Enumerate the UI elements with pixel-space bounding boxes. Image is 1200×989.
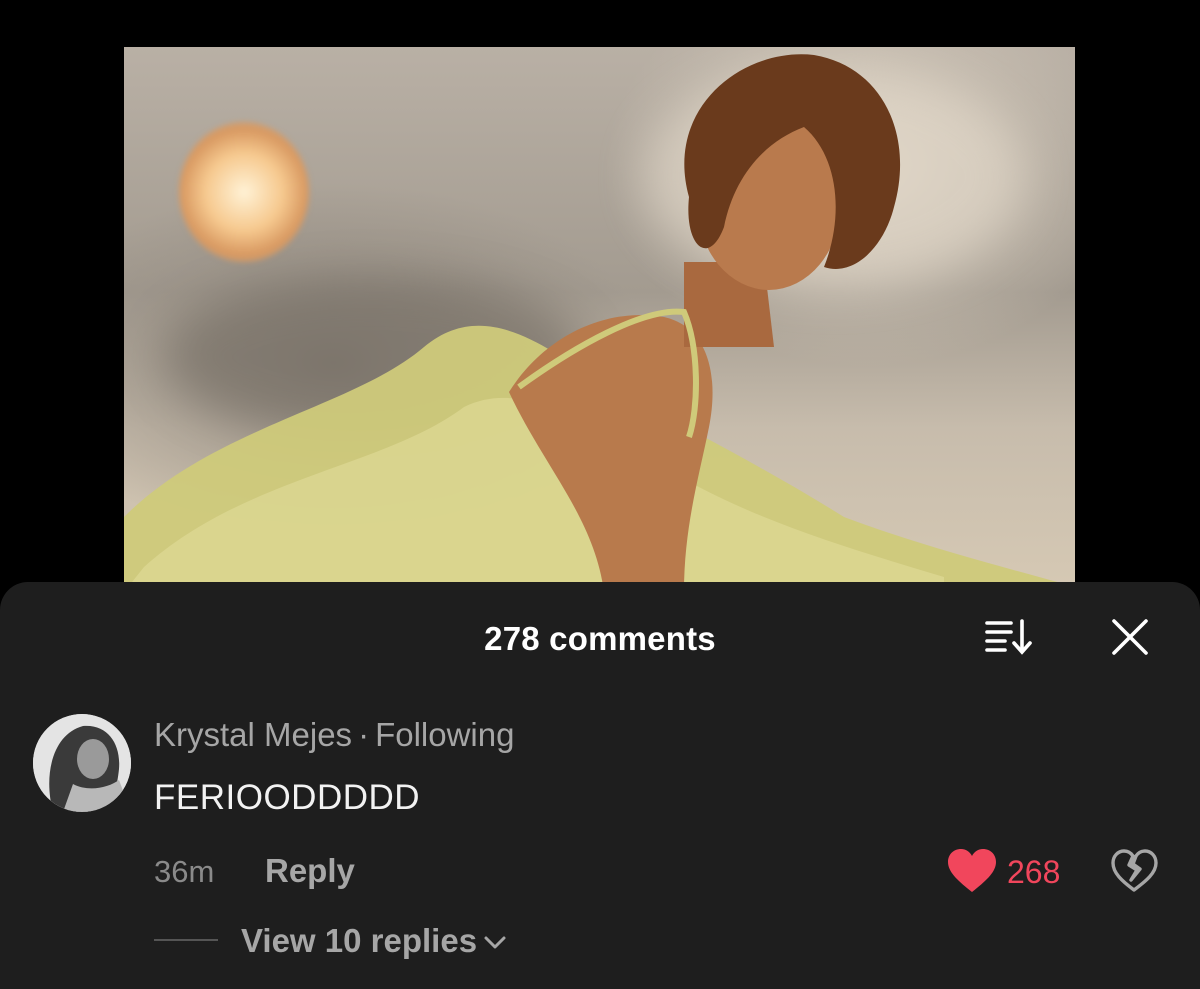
- comment-author-name[interactable]: Krystal Mejes: [154, 716, 352, 753]
- avatar[interactable]: [33, 714, 131, 812]
- like-count: 268: [1007, 854, 1061, 890]
- view-replies-label: View 10 replies: [241, 922, 478, 959]
- photo-figure: [124, 54, 1075, 592]
- comment-text: FERIOODDDDD: [154, 778, 421, 817]
- comment-timestamp: 36m: [154, 854, 215, 889]
- close-button[interactable]: [1110, 617, 1150, 657]
- comment-author-line: Krystal Mejes · Following: [154, 716, 514, 754]
- reply-button[interactable]: Reply: [265, 852, 355, 890]
- comments-sheet: 278 comments Krystal Mejes · Following F…: [0, 582, 1200, 989]
- chevron-down-icon: [484, 936, 506, 949]
- post-photo: [124, 47, 1075, 592]
- dislike-button[interactable]: [1110, 848, 1158, 894]
- heart-icon: [948, 849, 996, 892]
- broken-heart-icon: [1111, 849, 1158, 892]
- replies-divider: [154, 939, 218, 941]
- view-replies-button[interactable]: View 10 replies: [241, 922, 507, 960]
- like-button[interactable]: [946, 848, 998, 894]
- sort-icon: [985, 619, 1032, 655]
- separator-dot: ·: [358, 716, 370, 753]
- close-icon: [1112, 619, 1148, 655]
- avatar-image: [33, 714, 131, 812]
- following-label: Following: [375, 716, 515, 753]
- sort-button[interactable]: [984, 617, 1036, 657]
